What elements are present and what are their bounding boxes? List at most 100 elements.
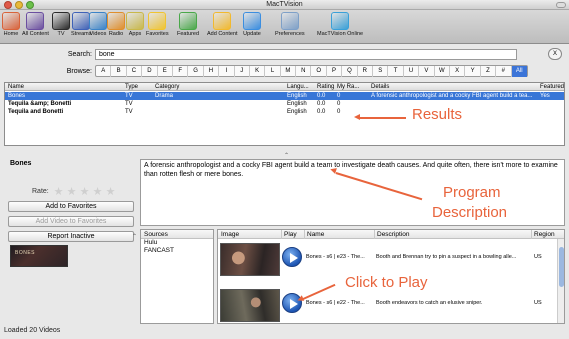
browse-letter-y[interactable]: Y (465, 66, 481, 77)
preferences-icon (280, 12, 299, 30)
browse-letter-n[interactable]: N (296, 66, 312, 77)
toolbar-featured-button[interactable]: Featured (177, 12, 199, 37)
video-row[interactable]: Bones - s6 | e23 - The... Booth and Bren… (218, 241, 558, 277)
report-inactive-button[interactable]: Report Inactive (8, 231, 134, 242)
browse-letter-d[interactable]: D (142, 66, 158, 77)
result-cell-name: Bones (8, 93, 26, 99)
browse-letter-t[interactable]: T (388, 66, 404, 77)
browse-letter-k[interactable]: K (250, 66, 266, 77)
result-cell-language: English (287, 93, 307, 99)
rating-star-icon[interactable]: ★ (78, 185, 91, 198)
column-header-category[interactable]: Category (155, 83, 285, 91)
play-button[interactable] (282, 247, 302, 267)
result-row[interactable]: Bones TV Drama English 0.0 0 A forensic anthro… (5, 92, 564, 100)
browse-letter-all[interactable]: All (511, 66, 527, 77)
add-to-favorites-button[interactable]: Add to Favorites (8, 201, 134, 212)
browse-letter-number[interactable]: # (496, 66, 512, 77)
browse-letter-x[interactable]: X (450, 66, 466, 77)
result-row[interactable]: Tequila &amp; Bonetti TV English 0.0 0 (5, 100, 564, 108)
rating-star-icon[interactable]: ★ (65, 185, 78, 198)
toolbar-label: Update (243, 31, 261, 37)
toolbar-update-button[interactable]: Update (243, 12, 261, 37)
result-cell-details: A forensic anthropologist and a cocky FB… (371, 93, 533, 99)
apps-icon (126, 12, 144, 30)
browse-letter-a[interactable]: A (96, 66, 112, 77)
browse-letter-j[interactable]: J (235, 66, 250, 77)
search-input[interactable] (95, 49, 517, 60)
toolbar-radio-button[interactable]: Radio (107, 12, 125, 37)
browse-letter-v[interactable]: V (419, 66, 435, 77)
sources-splitter-handle[interactable]: ⌃ (132, 233, 137, 240)
favorites-icon (148, 12, 167, 30)
column-header-region[interactable]: Region (531, 230, 555, 239)
result-cell-rating: 0.0 (317, 109, 326, 115)
column-header-language[interactable]: Langu... (287, 83, 315, 91)
sources-list[interactable]: Sources Hulu FANCAST (140, 229, 214, 324)
toolbar-add-content-button[interactable]: Add Content (207, 12, 238, 37)
toolbar-label: TV (57, 31, 65, 37)
browse-letter-q[interactable]: Q (342, 66, 358, 77)
toolbar-label: Videos (89, 31, 107, 37)
toolbar-home-button[interactable]: Home (2, 12, 20, 37)
toolbar-toggle-button[interactable] (556, 2, 566, 8)
column-header-type[interactable]: Type (125, 83, 153, 91)
rating-star-icon[interactable]: ★ (91, 185, 104, 198)
browse-letter-u[interactable]: U (404, 66, 420, 77)
toolbar-apps-button[interactable]: Apps (126, 12, 144, 37)
video-row[interactable]: Bones - s6 | e22 - The... Booth endeavor… (218, 287, 558, 323)
browse-letter-f[interactable]: F (173, 66, 189, 77)
browse-letter-g[interactable]: G (188, 66, 204, 77)
source-item-fancast[interactable]: FANCAST (141, 247, 213, 255)
toolbar-preferences-button[interactable]: Preferences (275, 12, 305, 37)
browse-letter-b[interactable]: B (111, 66, 127, 77)
result-cell-type: TV (125, 109, 133, 115)
videos-header-row: Image Play Name Description Region (218, 230, 564, 239)
rating-star-icon[interactable]: ★ (104, 185, 117, 198)
toolbar-favorites-button[interactable]: Favorites (146, 12, 169, 37)
column-header-name[interactable]: Name (8, 83, 123, 91)
column-header-video-name[interactable]: Name (304, 230, 324, 239)
annotation-results: Results (412, 106, 463, 123)
annotation-program: Program (443, 184, 501, 201)
toolbar-all-content-button[interactable]: All Content (22, 12, 49, 37)
column-header-details[interactable]: Details (371, 83, 539, 91)
rating-star-icon[interactable]: ★ (52, 185, 65, 198)
column-header-description[interactable]: Description (374, 230, 410, 239)
browse-letter-m[interactable]: M (281, 66, 297, 77)
toolbar-videos-button[interactable]: Videos (89, 12, 107, 37)
search-label: Search: (67, 51, 92, 58)
source-item-hulu[interactable]: Hulu (141, 239, 213, 247)
browse-letter-s[interactable]: S (373, 66, 389, 77)
browse-letter-l[interactable]: L (265, 66, 281, 77)
column-header-play[interactable]: Play (281, 230, 297, 239)
browse-letter-e[interactable]: E (158, 66, 173, 77)
browse-letter-h[interactable]: H (204, 66, 220, 77)
toolbar-globe-button[interactable]: MacTVision Online (317, 12, 363, 37)
result-cell-name: Tequila &amp; Bonetti (8, 101, 72, 107)
browse-letter-r[interactable]: R (358, 66, 374, 77)
add-video-to-favorites-button[interactable]: Add Video to Favorites (8, 216, 134, 227)
browse-letter-c[interactable]: C (127, 66, 143, 77)
column-header-rating[interactable]: Rating (317, 83, 335, 91)
browse-letter-o[interactable]: O (311, 66, 327, 77)
browse-letter-p[interactable]: P (327, 66, 343, 77)
video-description: Booth and Brennan try to pin a suspect i… (376, 254, 517, 260)
browse-letter-i[interactable]: I (219, 66, 235, 77)
browse-letter-z[interactable]: Z (481, 66, 497, 77)
result-cell-featured: Yes (540, 93, 550, 99)
results-table[interactable]: Name Type Category Langu... Rating My Ra… (4, 82, 565, 146)
result-cell-rating: 0.0 (317, 93, 326, 99)
toolbar-label: Preferences (275, 31, 305, 37)
result-cell-language: English (287, 109, 307, 115)
splitter-handle[interactable]: ⌃ (284, 152, 289, 159)
scrollbar-thumb[interactable] (559, 247, 564, 287)
column-header-image[interactable]: Image (218, 230, 239, 239)
column-header-featured[interactable]: Featured (540, 83, 564, 91)
result-cell-type: TV (125, 101, 133, 107)
toolbar-tv-button[interactable]: TV (52, 12, 70, 37)
column-header-my-rating[interactable]: My Ra... (337, 83, 361, 91)
browse-letter-w[interactable]: W (435, 66, 450, 77)
videos-scrollbar[interactable] (557, 239, 564, 323)
result-row[interactable]: Tequila and Bonetti TV English 0.0 0 (5, 108, 564, 116)
clear-search-button[interactable]: X (548, 48, 562, 60)
